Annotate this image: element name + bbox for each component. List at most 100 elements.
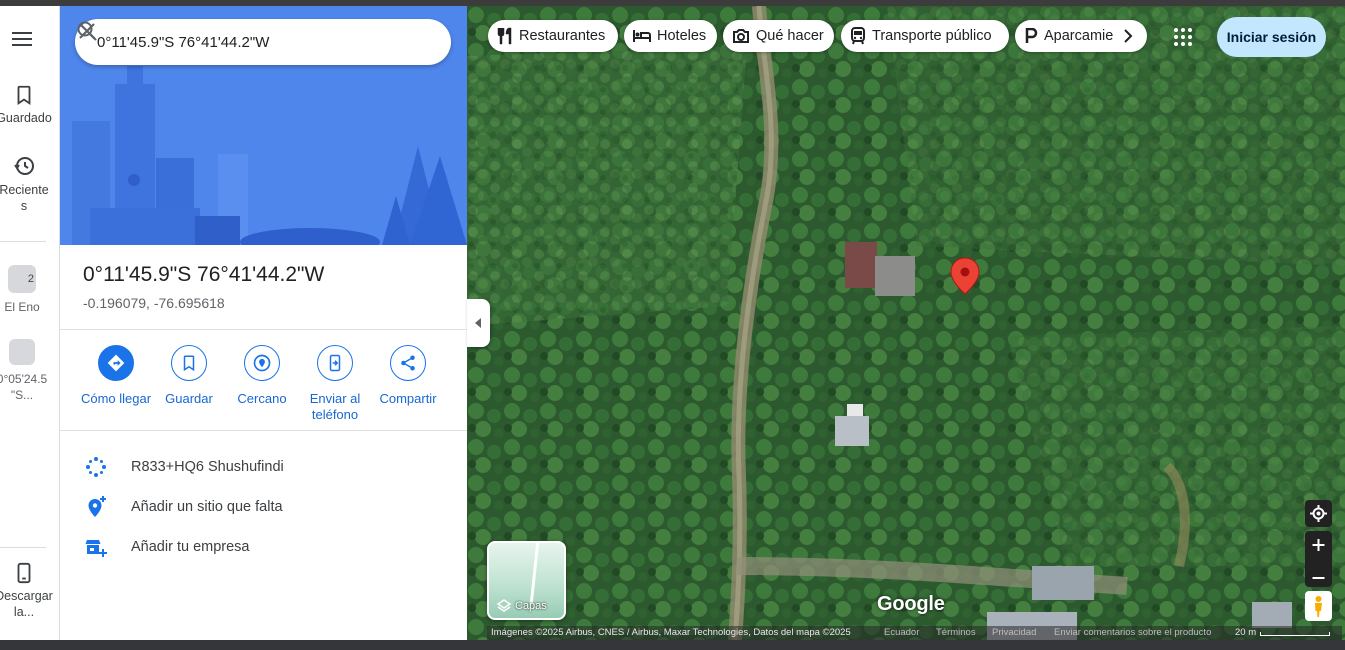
zoom-out-icon[interactable]	[1305, 564, 1332, 592]
add-missing-place-text: Añadir un sitio que falta	[131, 499, 283, 515]
send-to-phone-label-2: teléfono	[311, 407, 359, 422]
share-icon	[401, 355, 415, 371]
my-location-button[interactable]	[1305, 500, 1332, 527]
apps-grid-icon[interactable]	[1172, 26, 1194, 48]
scale-bar	[1260, 632, 1330, 636]
directions-icon	[107, 354, 125, 372]
action-buttons: Cómo llegar Guardar Cercano Enviar al tel…	[78, 345, 458, 425]
divider	[60, 329, 467, 330]
rail-recent-label-2: s	[20, 199, 28, 213]
place-panel: 0°11'45.9"S 76°41'44.2"W -0.196079, -76.…	[60, 6, 467, 640]
add-business-icon	[85, 540, 107, 557]
attribution-bar: Imágenes ©2025 Airbus, CNES / Airbus, Ma…	[487, 626, 1342, 640]
layers-preview-road	[529, 543, 540, 603]
chip-restaurants[interactable]: Restaurantes	[488, 20, 618, 52]
close-icon[interactable]	[75, 19, 99, 43]
rail-divider	[0, 241, 46, 242]
recent-place-2-label: 0°05'24.5	[0, 372, 48, 386]
zoom-controls	[1305, 531, 1332, 587]
nearby-button[interactable]: Cercano	[226, 345, 298, 407]
save-label: Guardar	[165, 391, 213, 406]
transit-icon	[851, 27, 865, 45]
recent-place-2-label-2: "S...	[10, 388, 34, 402]
directions-label: Cómo llegar	[80, 391, 152, 406]
recent-place-1-label: El Eno	[4, 300, 40, 314]
terms-link[interactable]: Términos	[936, 627, 976, 638]
phone-icon	[17, 562, 31, 584]
restaurant-icon	[497, 27, 512, 45]
add-business-row[interactable]: Añadir tu empresa	[60, 527, 467, 567]
plus-code-row[interactable]: R833+HQ6 Shushufindi	[60, 447, 467, 487]
place-thumbnail	[9, 339, 35, 365]
plus-code-icon	[86, 457, 106, 477]
chip-parking-label: Aparcamie	[1044, 28, 1114, 44]
satellite-map[interactable]	[467, 6, 1345, 640]
thumb-badge: 2	[27, 273, 34, 285]
bookmark-icon	[183, 355, 195, 372]
divider	[60, 430, 467, 431]
add-business-text: Añadir tu empresa	[131, 539, 250, 555]
google-logo: Google	[877, 593, 945, 615]
feedback-link[interactable]: Enviar comentarios sobre el producto	[1054, 627, 1211, 638]
hero-illustration	[60, 6, 467, 245]
share-label: Compartir	[379, 391, 437, 406]
scale-label[interactable]: 20 m	[1235, 627, 1256, 638]
chip-transit[interactable]: Transporte público	[841, 20, 1009, 52]
bookmark-icon	[17, 85, 31, 105]
add-location-icon	[88, 496, 106, 517]
download-label-2: la...	[13, 605, 35, 619]
nearby-icon	[253, 354, 271, 372]
imagery-attribution: Imágenes ©2025 Airbus, CNES / Airbus, Ma…	[491, 627, 851, 638]
privacy-link[interactable]: Privacidad	[992, 627, 1036, 638]
rail-divider	[0, 547, 46, 548]
history-icon	[14, 157, 34, 175]
chip-restaurants-label: Restaurantes	[519, 28, 606, 44]
search-box[interactable]	[75, 19, 451, 65]
share-button[interactable]: Compartir	[372, 345, 444, 407]
send-to-phone-label: Enviar al teléfono	[299, 391, 371, 423]
rail-item-recent[interactable]: Reciente s	[0, 154, 54, 214]
parking-icon	[1025, 28, 1038, 43]
layers-label: Capas	[497, 599, 547, 613]
rail-recent-label: Reciente	[0, 183, 49, 197]
nearby-label: Cercano	[237, 391, 287, 406]
send-to-phone-button[interactable]: Enviar al teléfono	[299, 345, 371, 423]
collapse-panel-button[interactable]	[467, 299, 490, 347]
chip-hotels[interactable]: Hoteles	[624, 20, 717, 52]
street-view-button[interactable]	[1305, 591, 1332, 621]
rail-recent-place-1[interactable]: 2 El Eno	[0, 265, 52, 315]
my-location-icon	[1310, 505, 1327, 522]
search-input[interactable]	[97, 19, 357, 65]
chip-hotels-label: Hoteles	[657, 28, 707, 44]
add-missing-place-row[interactable]: Añadir un sitio que falta	[60, 487, 467, 527]
plus-code-text: R833+HQ6 Shushufindi	[131, 459, 284, 475]
chip-transit-label: Transporte público	[872, 28, 992, 44]
layers-icon	[497, 599, 511, 612]
send-to-phone-icon	[329, 354, 341, 372]
camera-icon	[733, 29, 749, 43]
country-label: Ecuador	[884, 627, 920, 638]
chevron-right-icon[interactable]	[1117, 25, 1139, 47]
rail-recent-place-2[interactable]: 0°05'24.5 "S...	[0, 339, 52, 403]
zoom-in-icon[interactable]	[1305, 531, 1332, 559]
nav-rail: Guardado Reciente s 2 El Eno 0°05'24.5 "…	[0, 6, 60, 640]
layers-label-text: Capas	[515, 600, 547, 612]
menu-icon[interactable]	[10, 28, 36, 54]
coordinates-text: -0.196079, -76.695618	[83, 295, 225, 311]
rail-saved-label: Guardado	[0, 111, 52, 125]
layers-button[interactable]: Capas	[487, 541, 566, 620]
rail-item-saved[interactable]: Guardado	[0, 84, 54, 126]
hotel-icon	[633, 30, 651, 42]
page-title: 0°11'45.9"S 76°41'44.2"W	[83, 263, 325, 286]
chevron-left-icon	[475, 318, 481, 328]
save-button[interactable]: Guardar	[153, 345, 225, 407]
place-thumbnail: 2	[8, 265, 36, 293]
pegman-icon	[1315, 596, 1322, 617]
directions-button[interactable]: Cómo llegar	[80, 345, 152, 407]
sign-in-button[interactable]: Iniciar sesión	[1217, 17, 1326, 57]
send-to-phone-label-1: Enviar al	[309, 391, 361, 406]
chip-things-to-do-label: Qué hacer	[756, 28, 824, 44]
chip-things-to-do[interactable]: Qué hacer	[723, 20, 834, 52]
taskbar-strip	[0, 640, 1345, 650]
rail-item-download[interactable]: Descargar la...	[0, 562, 54, 620]
